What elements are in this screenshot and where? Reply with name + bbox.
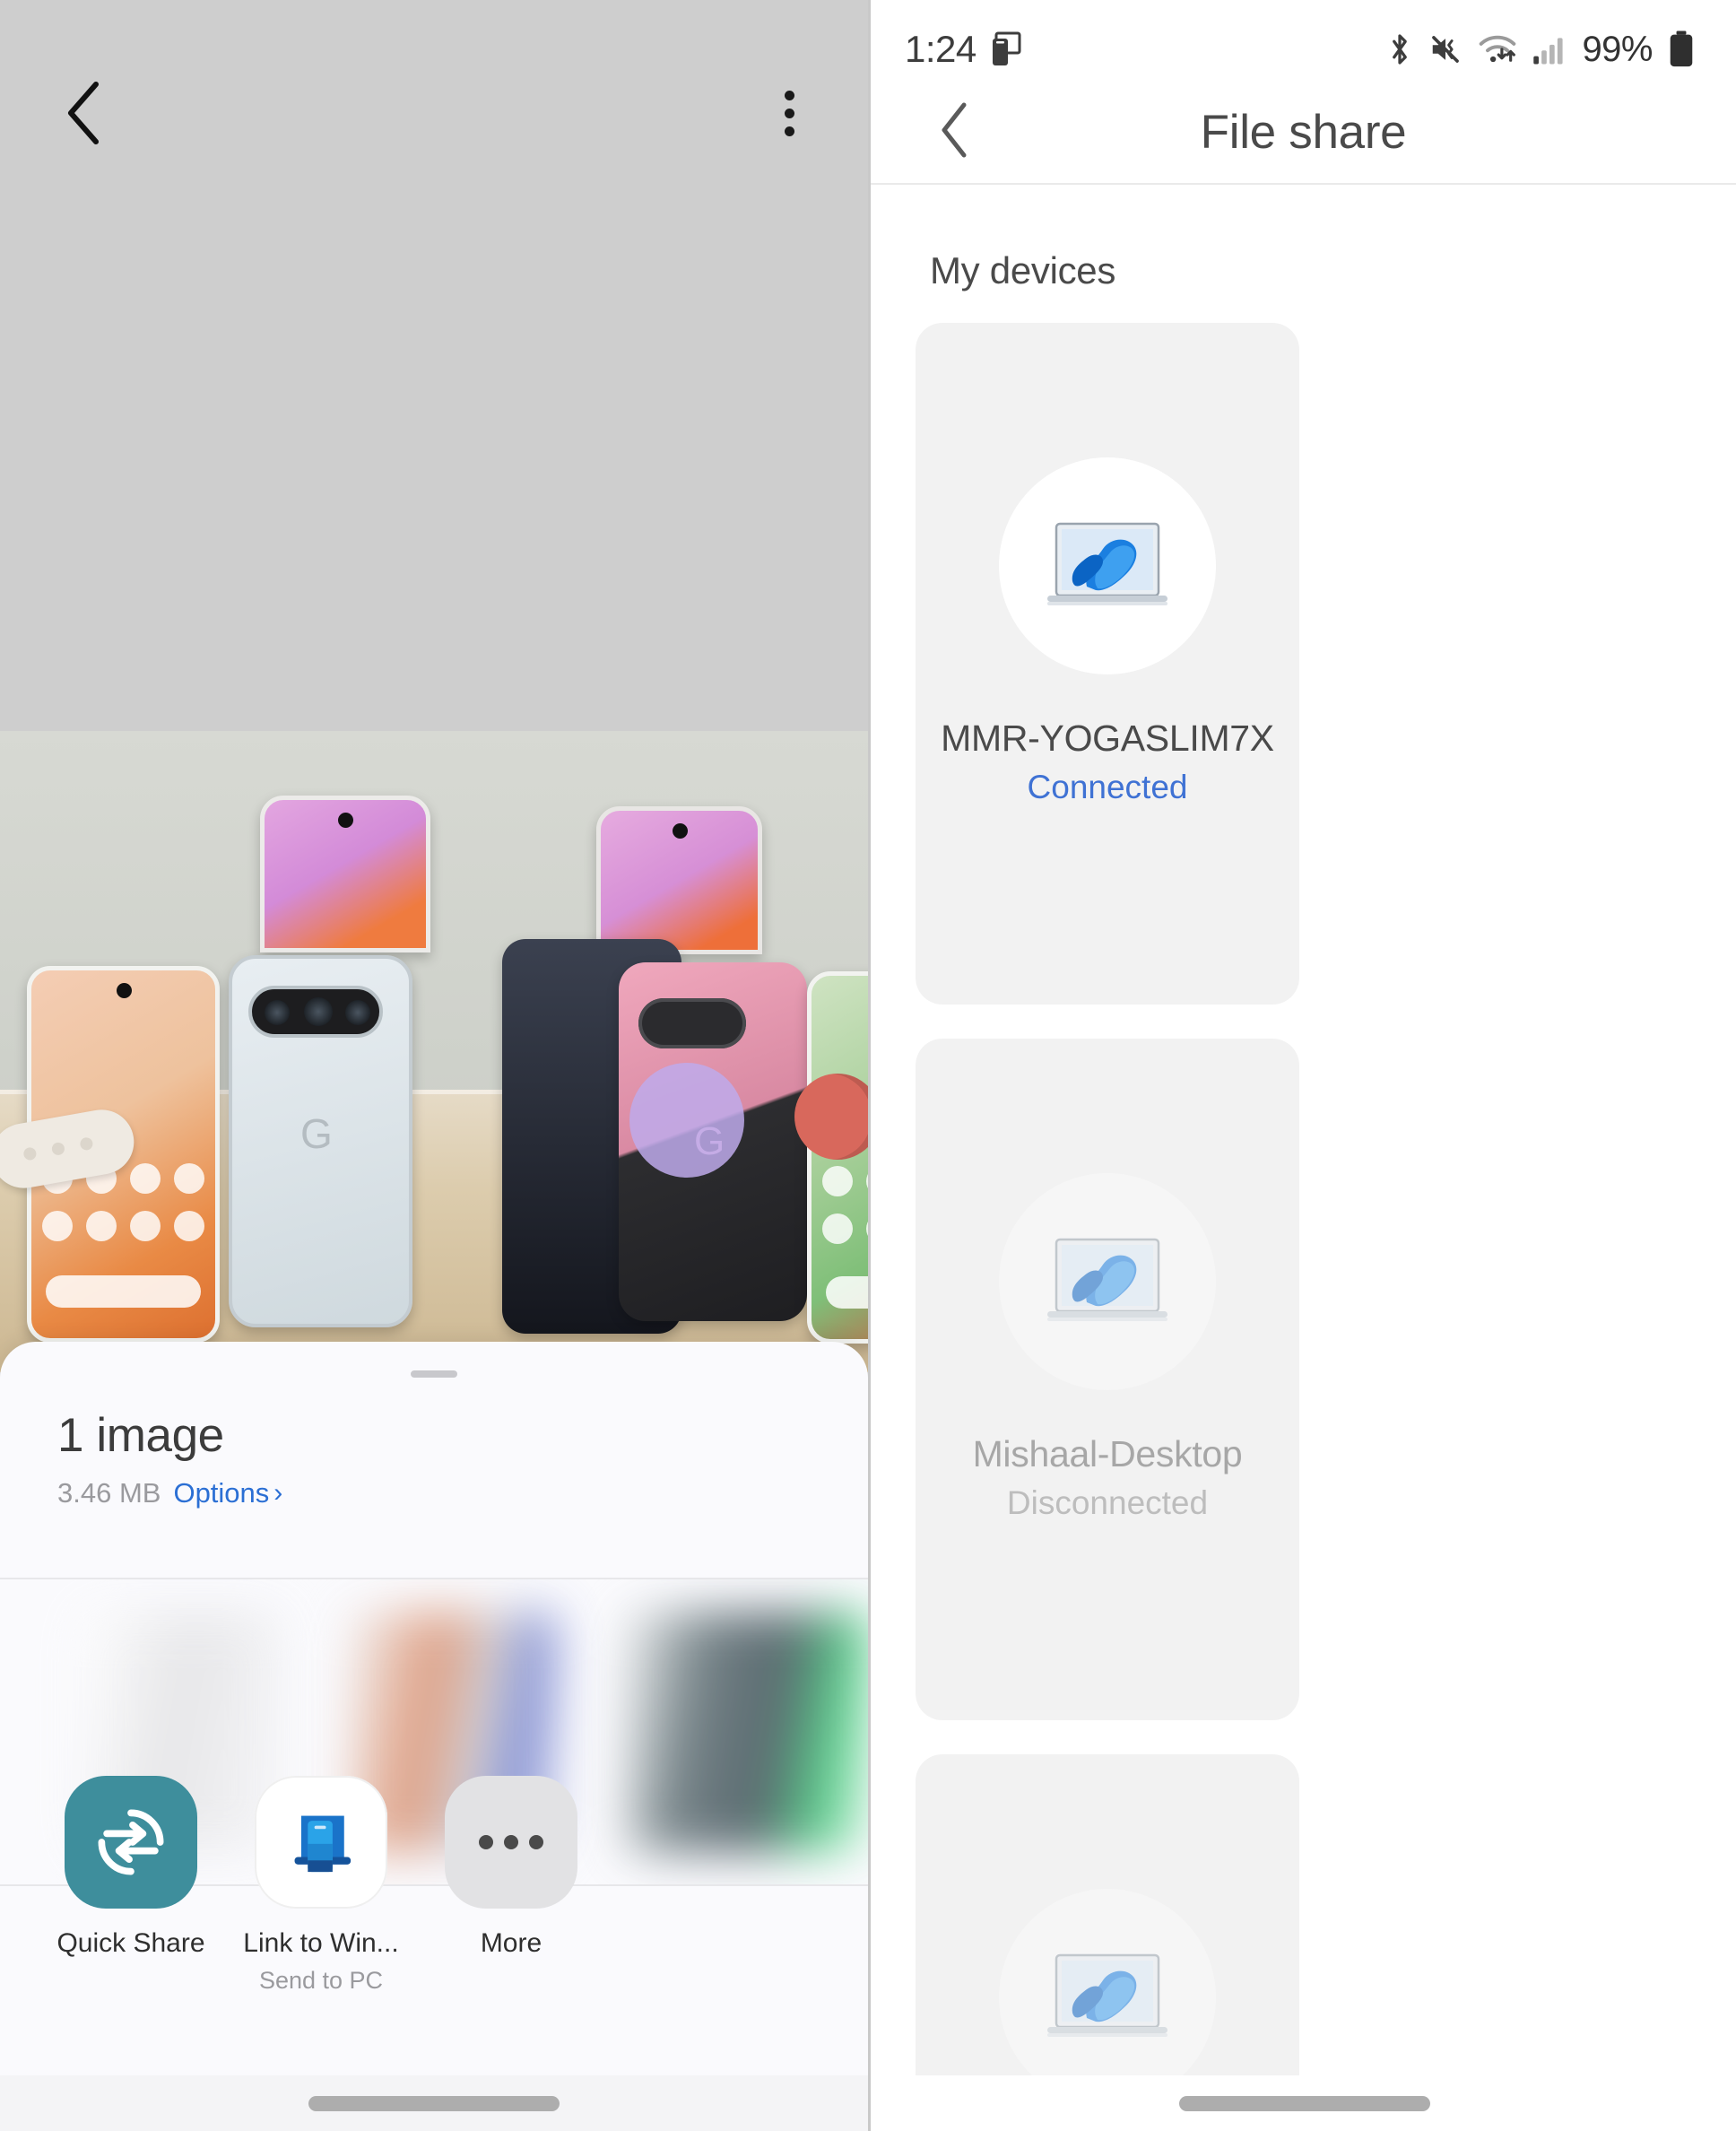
quick-share-icon [65,1776,197,1909]
share-sheet-header: 1 image 3.46 MB Options › [0,1342,868,1509]
share-meta-row: 3.46 MB Options › [57,1477,868,1509]
more-dots-icon [445,1776,577,1909]
gallery-photo: G [0,731,868,1372]
overflow-menu-icon [784,90,794,100]
gallery-overflow-button[interactable] [753,77,825,149]
navigation-bar-right [871,2075,1736,2131]
page-title: File share [1200,106,1407,159]
share-target-link-to-windows[interactable]: Link to Win... Send to PC [226,1776,416,2045]
gallery-back-button[interactable] [47,77,118,149]
share-item-count: 1 image [57,1409,224,1462]
windows-laptop-icon [999,1173,1216,1390]
chevron-right-icon: › [273,1478,283,1508]
battery-icon [1670,30,1693,67]
device-name: MMR-YOGASLIM7X [941,718,1274,759]
file-share-panel: 1:24 99% File share My devices MMR-YOGAS… [868,0,1736,2131]
chevron-left-icon [942,102,967,158]
windows-laptop-icon [999,457,1216,674]
app-bar: File share [871,99,1736,197]
share-target-quick-share[interactable]: Quick Share [36,1776,226,2045]
status-bar-clock: 1:24 [905,28,976,70]
wifi-icon [1480,35,1516,63]
sheet-drag-handle[interactable] [411,1370,457,1378]
status-bar-right: 99% [1386,30,1695,70]
share-target-row: Quick Share Link to Win... Send to PC Mo… [0,1776,868,2045]
link-to-windows-icon [255,1776,387,1909]
device-name: Mishaal-Desktop [972,1433,1243,1474]
dex-window-icon [992,31,1021,65]
share-options-button[interactable]: Options › [173,1477,282,1509]
device-grid: MMR-YOGASLIM7X Connected Mishaal-Desktop… [871,323,1736,2131]
phone-back-row-right [596,806,762,954]
bluetooth-icon [1393,34,1408,65]
device-card-connected[interactable]: MMR-YOGASLIM7X Connected [916,323,1299,1005]
share-options-label: Options [173,1477,270,1509]
clock-widget [629,1063,744,1178]
share-target-label: Quick Share [56,1928,205,1958]
chevron-left-icon [68,82,99,144]
share-target-more[interactable]: More [416,1776,606,2045]
device-status: Disconnected [1006,1483,1209,1521]
navigation-bar-left [0,2075,868,2131]
app-bar-back-button[interactable] [917,93,991,167]
windows-laptop-icon [999,1889,1216,2106]
device-card-disconnected[interactable]: Mishaal-Desktop Disconnected [916,1039,1299,1720]
share-file-size: 3.46 MB [57,1477,161,1509]
gallery-top-bar [0,0,868,233]
overflow-menu-icon [784,108,794,118]
phone-white-back: G [229,955,412,1327]
mute-vibrate-icon [1432,36,1460,63]
signal-bars-icon [1533,38,1564,65]
my-devices-heading: My devices [930,249,1116,291]
gesture-nav-pill[interactable] [1179,2095,1430,2111]
device-card-disconnected[interactable]: Mishaal-Realme-Book Disconnected [916,1754,1299,2131]
battery-percentage: 99% [1582,29,1653,69]
gesture-nav-pill[interactable] [308,2095,560,2111]
device-status: Connected [1027,768,1188,805]
share-target-label: Link to Win... [243,1928,399,1958]
dual-pane-screenshot: G G 1 image 3.46 MB Options › Quick Shar… [0,0,1736,2131]
status-bar: 1:24 99% [871,0,1736,99]
overflow-menu-icon [784,126,794,136]
app-bar-divider [871,183,1736,185]
share-target-sublabel: Send to PC [258,1967,384,1994]
share-sheet: 1 image 3.46 MB Options › Quick Share Li… [0,1342,868,2131]
status-bar-left: 1:24 [905,28,1021,71]
share-target-label: More [480,1928,542,1958]
gallery-share-panel: G G 1 image 3.46 MB Options › Quick Shar… [0,0,868,2131]
phone-back-row-left [260,796,430,952]
